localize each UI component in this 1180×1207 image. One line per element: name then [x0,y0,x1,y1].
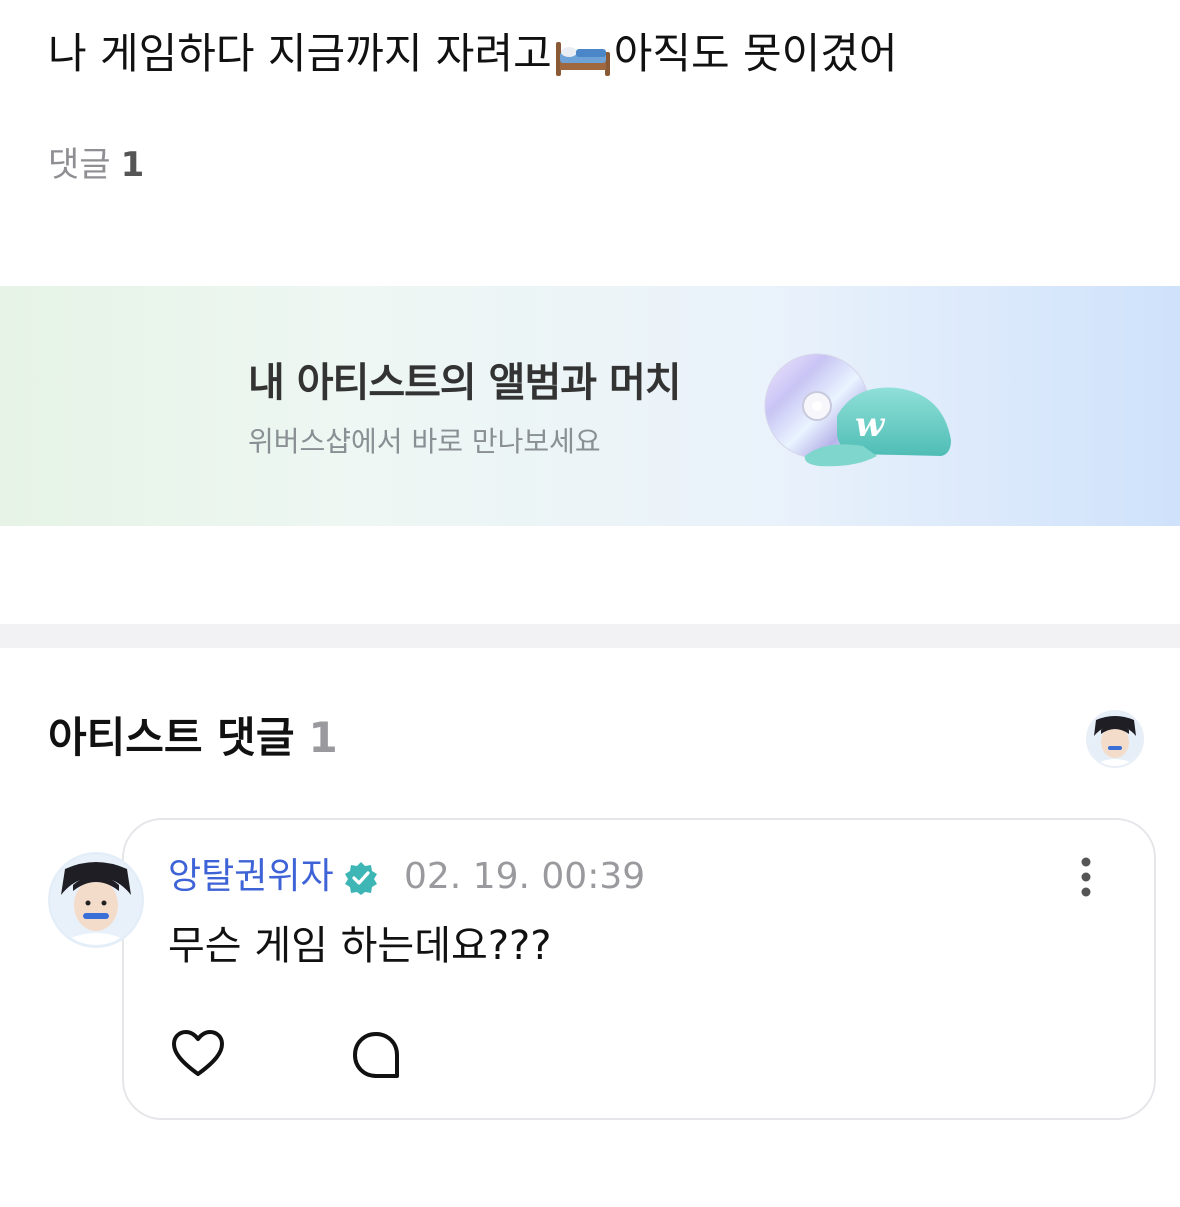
comment-author-name[interactable]: 앙탈권위자 [168,852,334,902]
post-text-before: 나 게임하다 지금까지 자려고 [48,29,552,78]
comment-count-label: 댓글 [48,145,111,185]
more-vertical-icon[interactable] [1066,852,1106,902]
artist-comments-title: 아티스트 댓글 1 [48,706,338,770]
comment-count-number: 1 [120,145,145,185]
post-text-after: 아직도 못이겼어 [613,29,898,78]
verified-badge-icon [343,860,379,896]
section-divider [0,624,1180,648]
comment-bubble-icon[interactable] [350,1030,402,1082]
post-text: 나 게임하다 지금까지 자려고 아직도 못이겼어 [48,24,898,84]
comment-timestamp: 02. 19. 00:39 [404,856,646,897]
comment-text: 무슨 게임 하는데요??? [168,923,552,969]
artist-comments-label: 아티스트 댓글 [48,713,295,762]
artist-avatar[interactable] [1086,710,1144,768]
banner-art: w [745,336,965,496]
shop-banner[interactable]: 내 아티스트의 앨범과 머치 위버스샵에서 바로 만나보세요 w [0,286,1180,526]
svg-text:w: w [855,405,886,445]
heart-icon[interactable] [170,1028,226,1080]
bed-emoji-icon [554,34,612,76]
comment-count[interactable]: 댓글 1 [48,140,144,190]
banner-title: 내 아티스트의 앨범과 머치 [248,360,682,406]
comment-author-avatar[interactable] [48,852,144,948]
banner-subtitle: 위버스샵에서 바로 만나보세요 [248,425,601,458]
artist-comments-count: 1 [308,713,338,762]
